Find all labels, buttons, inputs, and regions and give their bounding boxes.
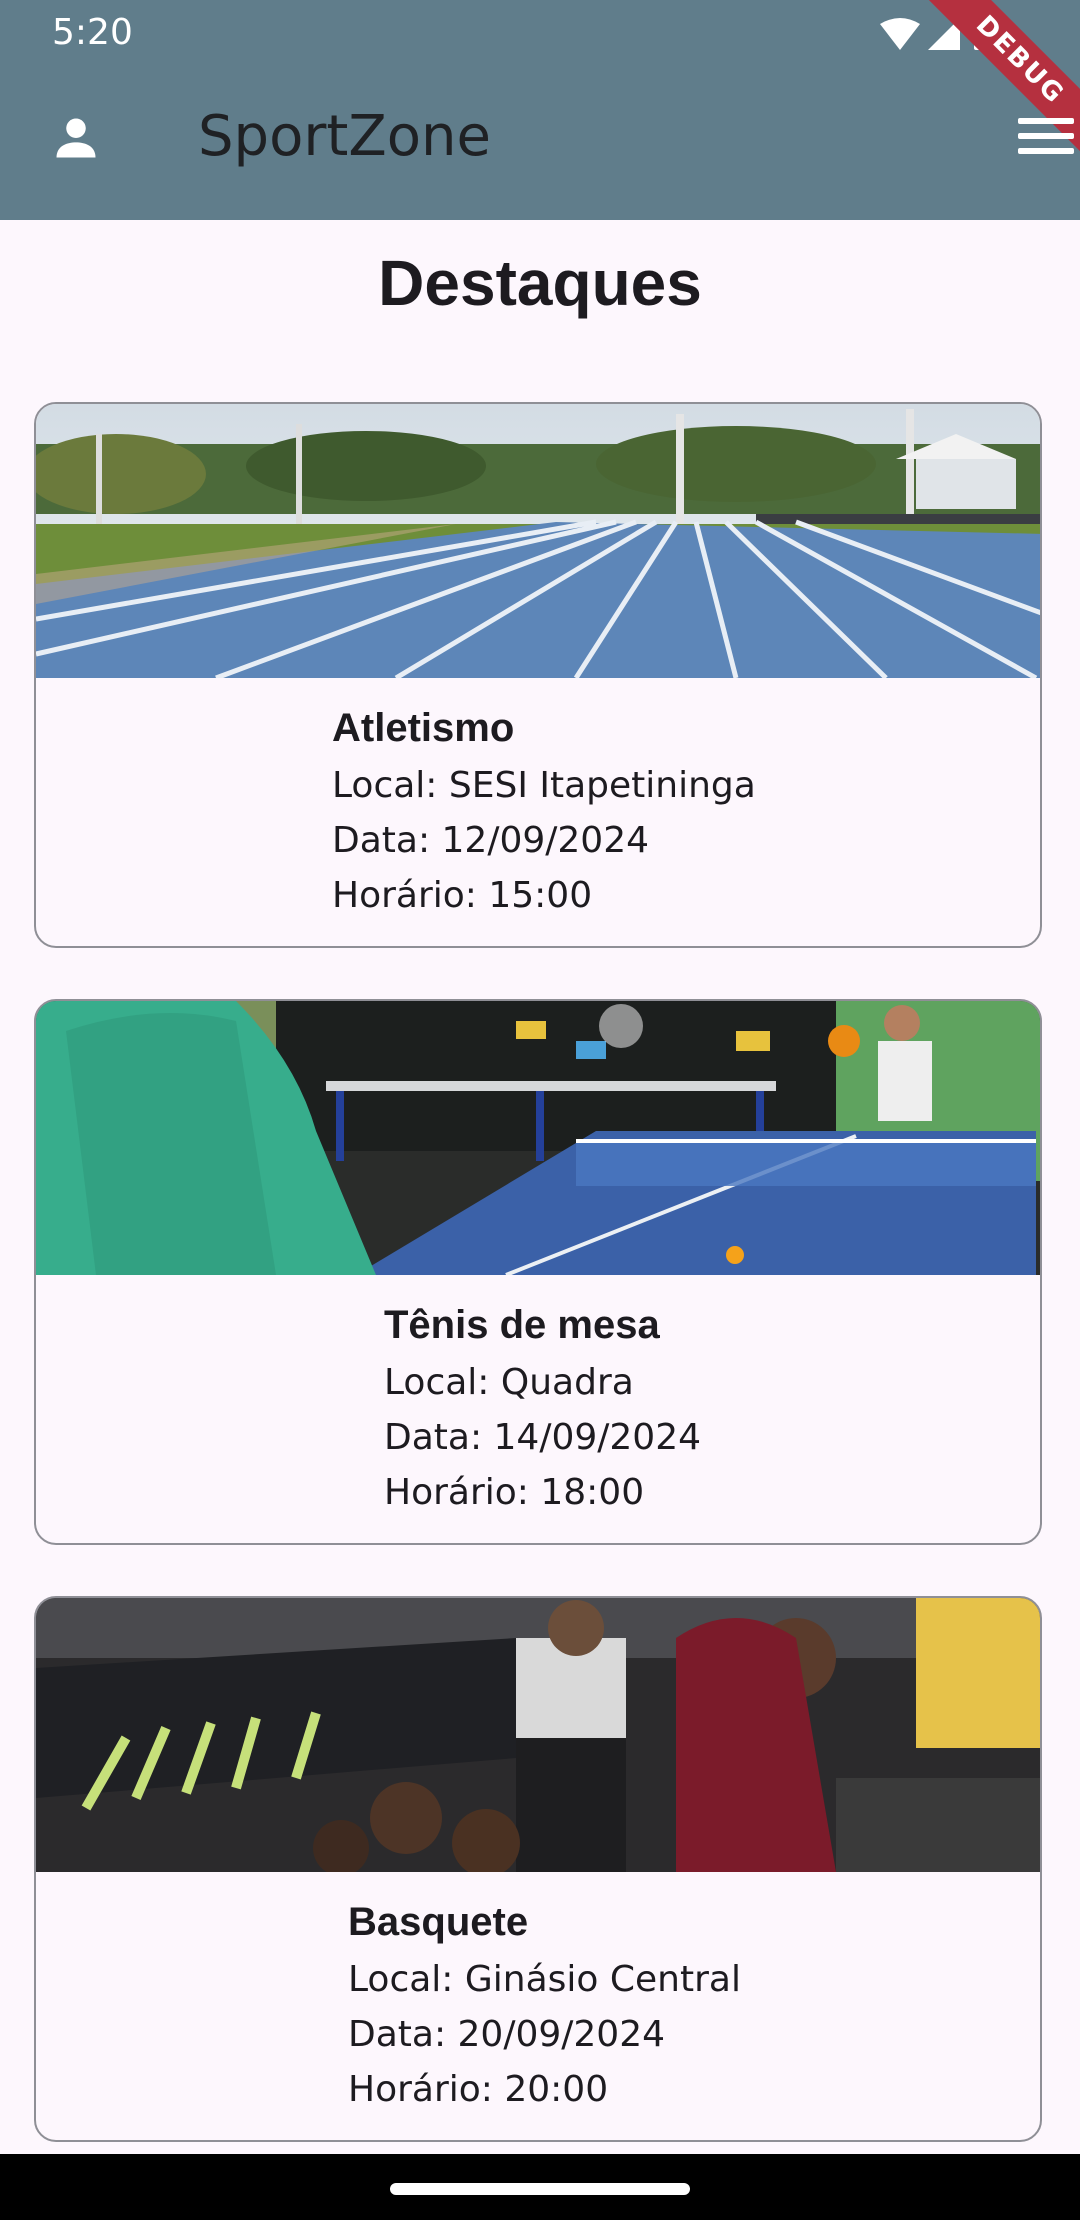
event-location: Local: SESI Itapetininga — [332, 765, 756, 806]
profile-button[interactable] — [44, 106, 108, 170]
wifi-icon — [880, 18, 920, 50]
menu-button[interactable] — [1018, 118, 1074, 164]
event-date: Data: 20/09/2024 — [348, 2014, 666, 2055]
app-bar: 5:20 DEBUG SportZone — [0, 0, 1080, 220]
event-image-running-track — [36, 404, 1040, 678]
event-time: Horário: 15:00 — [332, 875, 593, 916]
hamburger-menu-icon — [1018, 118, 1074, 154]
person-icon — [56, 118, 96, 158]
event-card-tenis-de-mesa[interactable]: Tênis de mesa Local: Quadra Data: 14/09/… — [34, 999, 1042, 1545]
app-title: SportZone — [198, 104, 491, 169]
navigation-bar — [0, 2154, 1080, 2220]
event-info: Tênis de mesa Local: Quadra Data: 14/09/… — [384, 1295, 701, 1520]
event-title: Tênis de mesa — [384, 1303, 660, 1347]
event-image-basketball — [36, 1598, 1040, 1872]
event-title: Basquete — [348, 1900, 529, 1944]
event-info: Basquete Local: Ginásio Central Data: 20… — [348, 1892, 741, 2117]
event-title: Atletismo — [332, 706, 515, 750]
event-date: Data: 14/09/2024 — [384, 1417, 702, 1458]
event-image-table-tennis — [36, 1001, 1040, 1275]
event-card-atletismo[interactable]: Atletismo Local: SESI Itapetininga Data:… — [34, 402, 1042, 948]
event-date: Data: 12/09/2024 — [332, 820, 650, 861]
status-time: 5:20 — [52, 12, 133, 53]
event-time: Horário: 20:00 — [348, 2069, 609, 2110]
event-info: Atletismo Local: SESI Itapetininga Data:… — [332, 698, 756, 923]
home-gesture-handle[interactable] — [390, 2183, 690, 2195]
event-time: Horário: 18:00 — [384, 1472, 645, 1513]
event-card-basquete[interactable]: Basquete Local: Ginásio Central Data: 20… — [34, 1596, 1042, 2142]
event-location: Local: Ginásio Central — [348, 1959, 741, 2000]
event-location: Local: Quadra — [384, 1362, 634, 1403]
page-heading: Destaques — [378, 247, 702, 319]
